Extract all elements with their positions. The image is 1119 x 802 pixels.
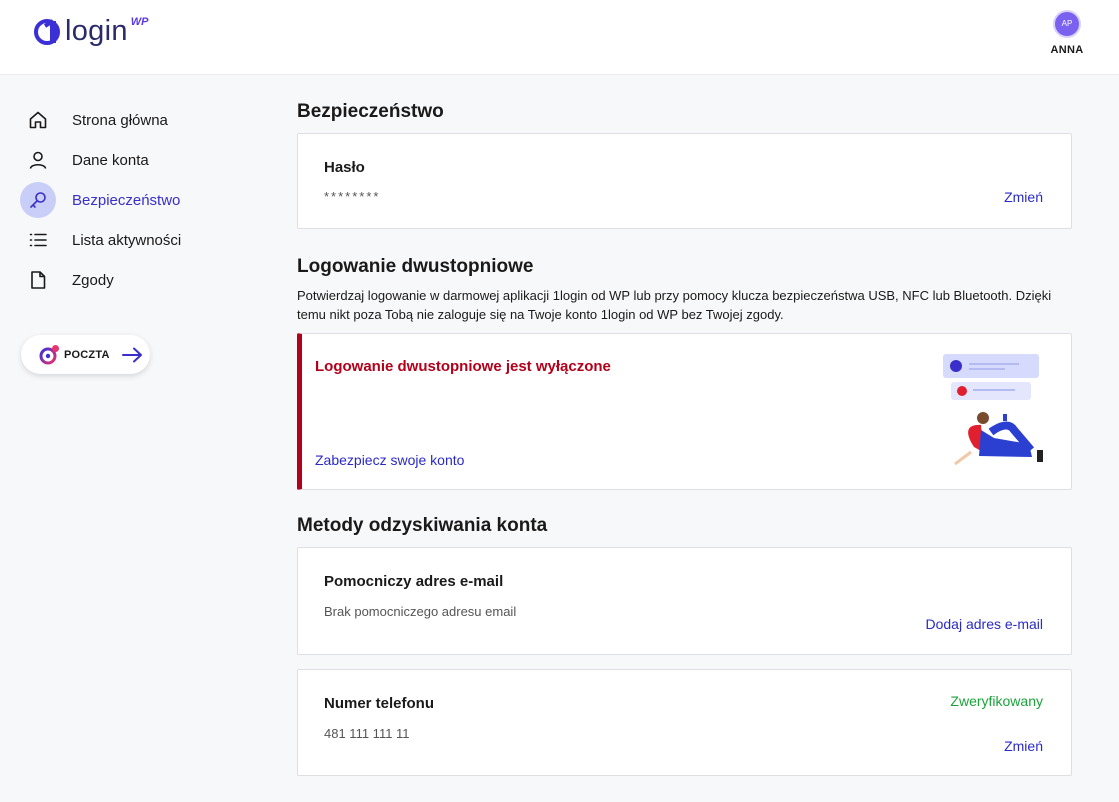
user-menu[interactable]: AP ANNA [1050,10,1084,56]
password-title: Hasło [324,159,365,176]
arrow-right-icon [121,347,142,362]
sidebar-item-label: Strona główna [72,111,168,129]
phone-title: Numer telefonu [324,695,435,712]
section-title-security: Bezpieczeństwo [297,101,444,122]
logo-text: login [65,15,128,47]
change-password-link[interactable]: Zmień [1004,189,1043,205]
two-factor-status: Logowanie dwustopniowe jest wyłączone [315,358,611,375]
add-email-link[interactable]: Dodaj adres e-mail [926,616,1044,632]
sidebar-item-label: Lista aktywności [72,231,182,249]
logo-wp-badge: WP [130,16,149,28]
list-icon [20,222,56,258]
two-factor-card: Logowanie dwustopniowe jest wyłączone Za… [297,333,1072,490]
poczta-logo-icon [39,344,59,364]
sidebar-nav: Strona główna Dane konta Bezpieczeństwo … [20,100,240,300]
poczta-button[interactable]: POCZTA [21,335,150,374]
avatar[interactable]: AP [1053,10,1081,38]
sidebar-item-label: Dane konta [72,151,149,169]
recovery-email-value: Brak pomocniczego adresu email [324,604,517,619]
phone-value: 481 111 111 11 [324,726,410,741]
top-header: login WP AP ANNA [0,0,1119,75]
sidebar-item-label: Zgody [72,271,114,289]
sidebar-item-consents[interactable]: Zgody [20,260,240,300]
sidebar-item-activity[interactable]: Lista aktywności [20,220,240,260]
poczta-label: POCZTA [64,348,110,361]
user-name[interactable]: ANNA [1050,44,1084,56]
section-title-recovery: Metody odzyskiwania konta [297,515,548,536]
phone-card: Numer telefonu 481 111 111 11 Zweryfikow… [297,669,1072,776]
key-icon [20,182,56,218]
secure-account-link[interactable]: Zabezpiecz swoje konto [315,452,464,468]
1login-logo[interactable]: login WP [33,14,149,48]
change-phone-link[interactable]: Zmień [1004,738,1043,754]
password-card: Hasło ******** Zmień [297,133,1072,229]
section-title-two-factor: Logowanie dwustopniowe [297,256,534,277]
user-icon [20,142,56,178]
password-value: ******** [324,189,381,204]
verified-status-badge: Zweryfikowany [950,693,1043,709]
two-factor-description: Potwierdzaj logowanie w darmowej aplikac… [297,288,1052,322]
document-icon [20,262,56,298]
sidebar-item-label: Bezpieczeństwo [72,191,181,209]
two-factor-illustration [943,354,1043,466]
logo-mark-icon [34,19,60,45]
sidebar-item-account[interactable]: Dane konta [20,140,240,180]
recovery-email-card: Pomocniczy adres e-mail Brak pomocniczeg… [297,547,1072,655]
sidebar-item-home[interactable]: Strona główna [20,100,240,140]
home-icon [20,102,56,138]
sidebar-item-security[interactable]: Bezpieczeństwo [20,180,240,220]
recovery-email-title: Pomocniczy adres e-mail [324,573,504,590]
